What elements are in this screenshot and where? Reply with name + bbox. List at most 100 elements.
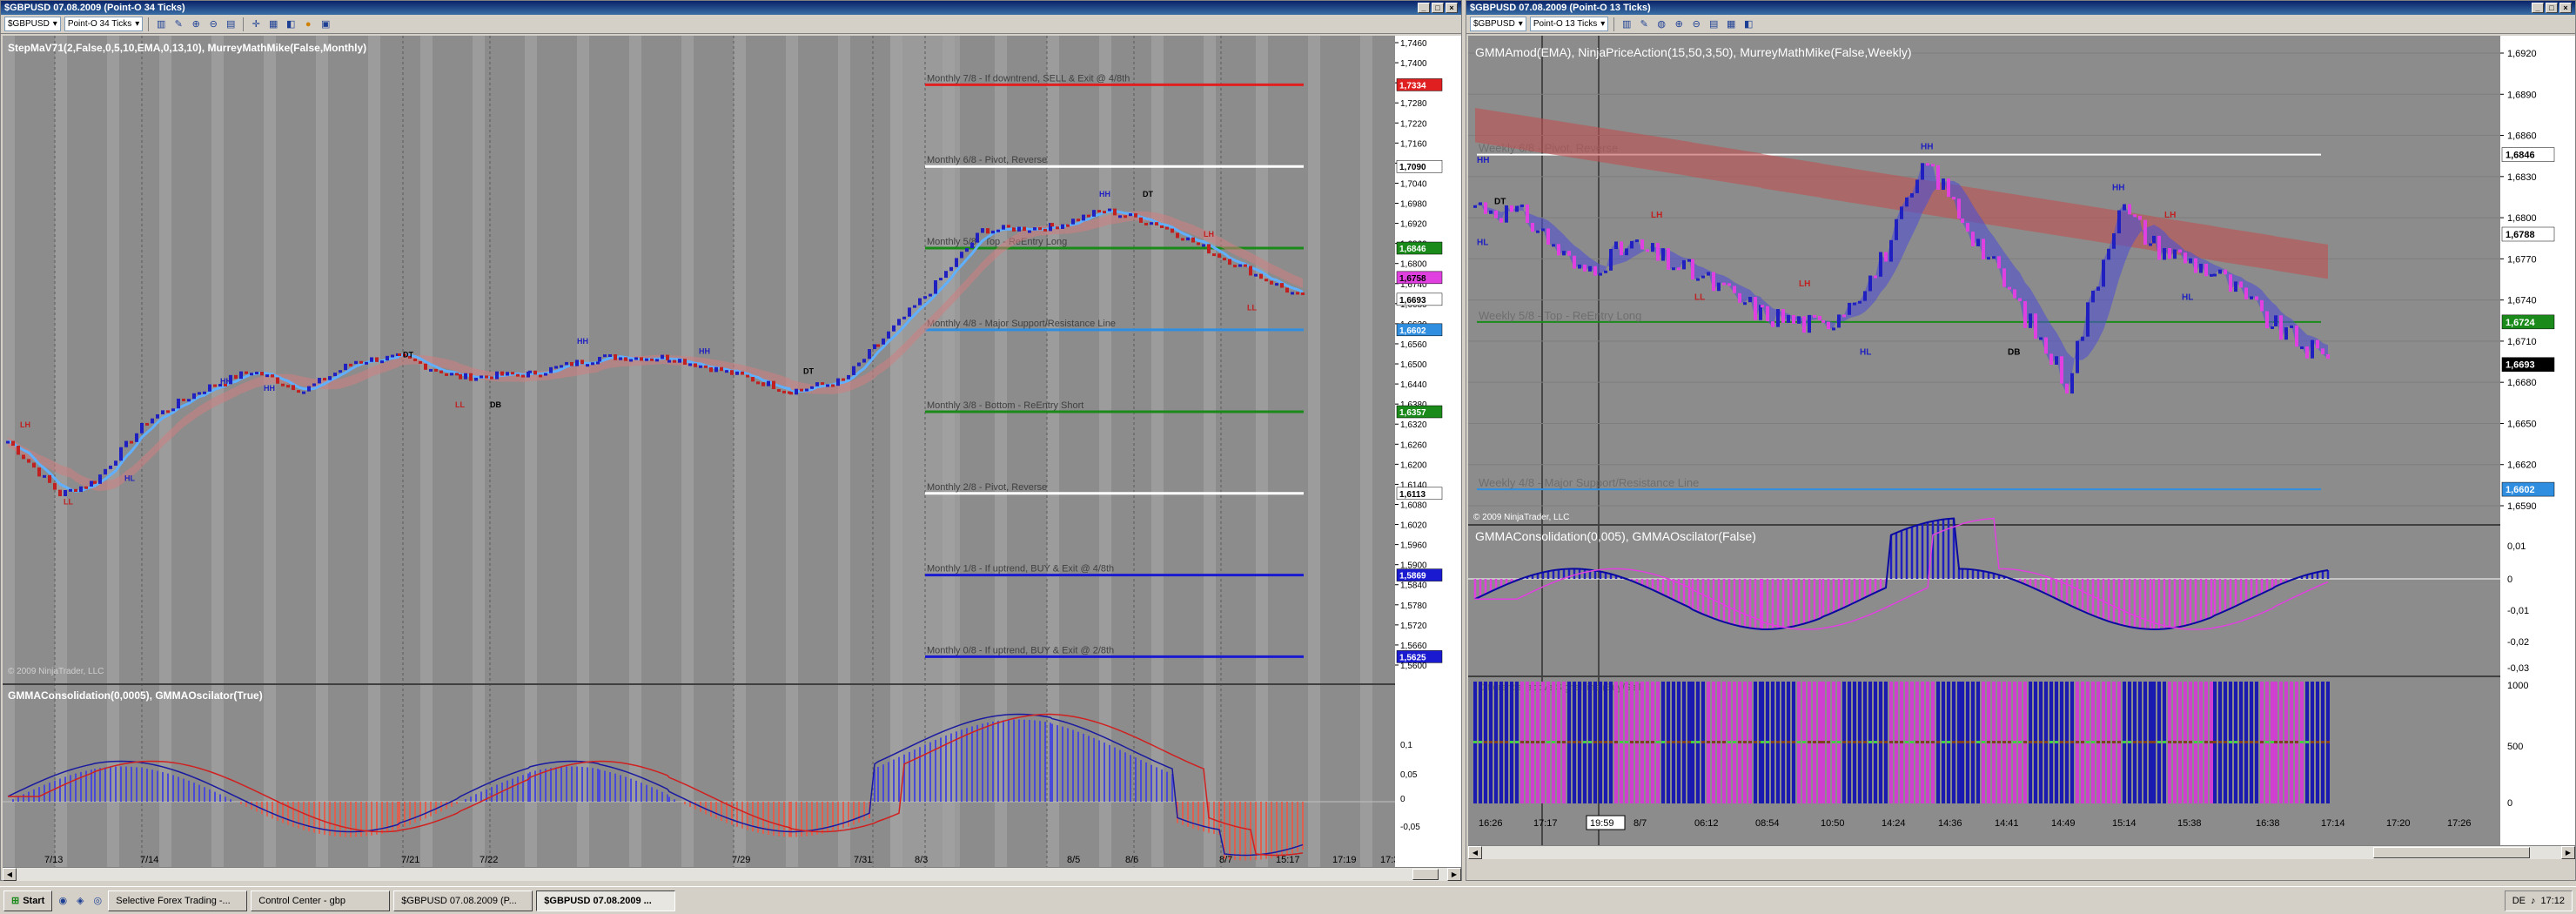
- close-icon[interactable]: ×: [1446, 3, 1458, 13]
- strategy-icon[interactable]: ◧: [1741, 17, 1755, 31]
- bars-icon[interactable]: ▥: [154, 17, 168, 31]
- price-bar: [307, 386, 311, 392]
- signal-dot: [1656, 741, 1660, 743]
- x-tick-label: 17:14: [2321, 818, 2345, 829]
- minimize-icon[interactable]: _: [1418, 3, 1430, 13]
- right-period-select[interactable]: Point-O 13 Ticks ▾: [1529, 17, 1609, 31]
- price-bar: [1144, 222, 1148, 225]
- price-bar: [1915, 179, 1919, 193]
- price-bar: [1982, 239, 1985, 259]
- scroll-left-icon[interactable]: ◀: [3, 868, 17, 881]
- price-bar: [1223, 258, 1226, 261]
- price-bar: [857, 362, 861, 366]
- x-tick-label: 14:49: [2051, 818, 2076, 829]
- price-bar: [1971, 232, 1975, 246]
- signal-dot: [1635, 741, 1639, 743]
- x-tick-label: 14:36: [1938, 818, 1962, 829]
- left-title-bar[interactable]: $GBPUSD 07.08.2009 (Point-O 34 Ticks) _ …: [1, 1, 1461, 15]
- price-bar: [1043, 228, 1047, 232]
- close-icon[interactable]: ×: [2559, 3, 2572, 13]
- scroll-left-icon[interactable]: ◀: [1468, 846, 1482, 859]
- price-bar: [1672, 267, 1675, 271]
- price-bar: [565, 361, 568, 366]
- left-instrument-select[interactable]: $GBPUSD ▾: [4, 17, 61, 31]
- price-bar: [203, 391, 206, 394]
- quicklaunch-icon[interactable]: ◉: [56, 894, 70, 908]
- zoom-in-icon[interactable]: ⊕: [1672, 17, 1686, 31]
- price-bar: [821, 382, 824, 386]
- signal-dot: [1609, 741, 1613, 743]
- zoom-out-icon[interactable]: ⊖: [1689, 17, 1703, 31]
- scroll-thumb[interactable]: [2373, 847, 2530, 858]
- pencil-icon[interactable]: ✎: [171, 17, 185, 31]
- price-bar: [1701, 275, 1705, 279]
- globe-icon[interactable]: ◍: [1654, 17, 1668, 31]
- price-bar: [2149, 243, 2152, 246]
- maximize-icon[interactable]: □: [2546, 3, 2558, 13]
- zoom-in-icon[interactable]: ⊕: [189, 17, 203, 31]
- task-item[interactable]: $GBPUSD 07.08.2009 ...: [536, 890, 676, 911]
- properties-icon[interactable]: ▤: [1707, 17, 1721, 31]
- zoom-out-icon[interactable]: ⊖: [206, 17, 220, 31]
- price-bar: [198, 392, 201, 395]
- price-bar: [1966, 223, 1969, 232]
- x-tick-label: 16:26: [1479, 818, 1503, 829]
- right-scrollbar[interactable]: ◀ ▶: [1468, 845, 2575, 859]
- quicklaunch-icon[interactable]: ◎: [91, 894, 104, 908]
- left-scrollbar[interactable]: ◀ ▶: [3, 867, 1461, 881]
- price-bar: [1646, 249, 1649, 252]
- task-item[interactable]: $GBPUSD 07.08.2009 (P...: [393, 890, 533, 911]
- task-item[interactable]: Selective Forex Trading -...: [108, 890, 248, 911]
- signal-dot: [2081, 741, 2084, 743]
- volume-icon[interactable]: ♪: [2531, 896, 2536, 906]
- signal-dot: [2321, 741, 2324, 743]
- session-stripe: [1256, 36, 1268, 867]
- price-bar: [1118, 215, 1122, 218]
- price-bar: [614, 354, 617, 360]
- language-indicator[interactable]: DE: [2512, 896, 2526, 906]
- left-period-select[interactable]: Point-O 34 Ticks ▾: [64, 17, 144, 31]
- minimize-icon[interactable]: _: [2532, 3, 2544, 13]
- left-oscillator-label: GMMAConsolidation(0,0005), GMMAOscilator…: [8, 689, 263, 702]
- left-price-axis[interactable]: 1,74601,74001,73401,72801,72201,71601,71…: [1395, 36, 1461, 867]
- scroll-right-icon[interactable]: ▶: [1447, 868, 1461, 881]
- price-bar: [965, 248, 969, 252]
- signal-dot: [2091, 741, 2095, 743]
- indicators-icon[interactable]: ▦: [266, 17, 280, 31]
- right-title-bar[interactable]: $GBPUSD 07.08.2009 (Point-O 13 Ticks) _ …: [1466, 1, 2575, 15]
- alert-icon[interactable]: ●: [301, 17, 315, 31]
- y-tick-label: 1,6860: [2507, 131, 2537, 142]
- osc-tick-label: 0,01: [2507, 541, 2526, 552]
- swing-marker: HH: [1099, 190, 1110, 198]
- scroll-thumb[interactable]: [1412, 869, 1439, 880]
- pencil-icon[interactable]: ✎: [1637, 17, 1651, 31]
- price-bar: [2189, 258, 2192, 264]
- strategy-icon[interactable]: ◧: [284, 17, 298, 31]
- y-tick-label: 1,6680: [2507, 378, 2537, 388]
- right-instrument-select[interactable]: $GBPUSD ▾: [1470, 17, 1526, 31]
- indicators-icon[interactable]: ▦: [1724, 17, 1738, 31]
- signal-dot: [1879, 741, 1882, 743]
- maximize-icon[interactable]: □: [1432, 3, 1444, 13]
- signal-dot: [1479, 741, 1482, 743]
- signal-dot: [1926, 741, 1929, 743]
- task-item[interactable]: Control Center - gbp: [251, 890, 391, 911]
- price-bar: [151, 418, 154, 424]
- price-bar: [1218, 253, 1221, 259]
- price-bar: [2065, 383, 2069, 394]
- bars-icon[interactable]: ▥: [1620, 17, 1633, 31]
- scroll-right-icon[interactable]: ▶: [2561, 846, 2575, 859]
- price-bar: [629, 359, 633, 362]
- right-price-axis[interactable]: 1,6920 1,6890 1,6860 1,6830 1,6800 1,6770 1,67…: [2500, 36, 2575, 845]
- crosshair-icon[interactable]: ✛: [249, 17, 263, 31]
- signal-dot: [1992, 741, 1996, 743]
- left-chart-panel[interactable]: Monthly 7/8 - If downtrend, SELL & Exit …: [3, 36, 1395, 867]
- properties-icon[interactable]: ▤: [224, 17, 238, 31]
- price-bar: [1275, 283, 1278, 286]
- start-button[interactable]: ⊞ Start: [3, 890, 53, 911]
- template-icon[interactable]: ▣: [319, 17, 332, 31]
- quicklaunch-icon[interactable]: ◈: [73, 894, 87, 908]
- clock[interactable]: 17:12: [2540, 896, 2565, 906]
- y-tick-label: 1,6020: [1400, 521, 1427, 531]
- right-chart-panel[interactable]: Weekly 6/8 - Pivot, ReverseWeekly 5/8 - …: [1468, 36, 2500, 845]
